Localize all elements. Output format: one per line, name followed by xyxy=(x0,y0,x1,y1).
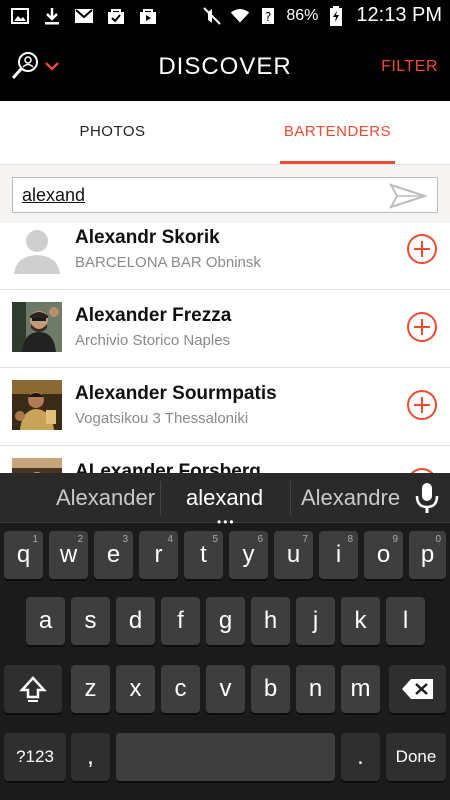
key-h[interactable]: h xyxy=(251,597,290,645)
shift-key[interactable] xyxy=(4,665,62,713)
mute-icon xyxy=(202,6,222,26)
divider xyxy=(290,481,291,515)
person-placeholder-icon xyxy=(14,230,60,274)
key-m[interactable]: m xyxy=(341,665,380,713)
search-input[interactable]: alexand xyxy=(12,177,438,213)
suggestion-left[interactable]: Alexander xyxy=(56,485,155,511)
bartender-name: Alexander Frezza xyxy=(75,305,232,326)
more-suggestions-icon[interactable]: ••• xyxy=(217,515,236,529)
gmail-icon xyxy=(74,6,94,26)
bartender-place: Archivio Storico Naples xyxy=(75,332,231,349)
send-icon[interactable] xyxy=(389,183,427,209)
status-bar: ? 86% 12:13 PM xyxy=(0,0,450,33)
suggestion-strip: Alexander alexand Alexandre ••• xyxy=(0,473,450,529)
bartender-name: Alexander Sourmpatis xyxy=(75,383,277,404)
avatar xyxy=(12,302,62,352)
key-x[interactable]: x xyxy=(116,665,155,713)
tab-photos[interactable]: PHOTOS xyxy=(0,101,225,164)
shift-icon xyxy=(19,676,47,702)
bartender-place: BARCELONA BAR Obninsk xyxy=(75,254,261,271)
add-circle-icon[interactable] xyxy=(406,389,438,421)
key-r[interactable]: 4r xyxy=(139,531,178,579)
key-w[interactable]: 2w xyxy=(49,531,88,579)
add-circle-icon[interactable] xyxy=(406,311,438,343)
app-header: DISCOVER FILTER xyxy=(0,33,450,101)
key-y[interactable]: 6y xyxy=(229,531,268,579)
avatar xyxy=(12,458,62,473)
symbols-key[interactable]: ?123 xyxy=(4,733,66,781)
key-f[interactable]: f xyxy=(161,597,200,645)
key-q[interactable]: 1q xyxy=(4,531,43,579)
tab-bartenders[interactable]: BARTENDERS xyxy=(225,101,450,164)
list-item[interactable]: ALexander Forsberg xyxy=(0,446,450,473)
search-input-value[interactable]: alexand xyxy=(22,185,85,206)
space-key[interactable] xyxy=(116,733,335,781)
divider xyxy=(160,481,161,515)
key-j[interactable]: j xyxy=(296,597,335,645)
backspace-key[interactable] xyxy=(389,665,446,713)
key-s[interactable]: s xyxy=(71,597,110,645)
svg-text:?: ? xyxy=(265,10,271,24)
key-v[interactable]: v xyxy=(206,665,245,713)
filter-button[interactable]: FILTER xyxy=(381,58,438,76)
key-n[interactable]: n xyxy=(296,665,335,713)
key-t[interactable]: 5t xyxy=(184,531,223,579)
key-z[interactable]: z xyxy=(71,665,110,713)
gallery-icon xyxy=(10,6,30,26)
key-e[interactable]: 3e xyxy=(94,531,133,579)
wifi-icon xyxy=(230,6,250,26)
done-key[interactable]: Done xyxy=(386,733,446,781)
list-item[interactable]: Alexander Sourmpatis Vogatsikou 3 Thessa… xyxy=(0,368,450,446)
key-o[interactable]: 9o xyxy=(364,531,403,579)
key-a[interactable]: a xyxy=(26,597,65,645)
bartender-place: Vogatsikou 3 Thessaloniki xyxy=(75,410,249,427)
avatar-placeholder xyxy=(12,224,62,274)
soft-keyboard: Alexander alexand Alexandre ••• 1q 2w 3e… xyxy=(0,473,450,800)
suggestion-right[interactable]: Alexandre xyxy=(301,485,400,511)
key-i[interactable]: 8i xyxy=(319,531,358,579)
backspace-icon xyxy=(401,679,433,699)
list-item[interactable]: Alexandr Skorik BARCELONA BAR Obninsk xyxy=(0,223,450,290)
list-item[interactable]: Alexander Frezza Archivio Storico Naples xyxy=(0,290,450,368)
download-icon xyxy=(42,6,62,26)
bartender-name: Alexandr Skorik xyxy=(75,227,220,248)
key-u[interactable]: 7u xyxy=(274,531,313,579)
avatar xyxy=(12,380,62,430)
microphone-icon[interactable] xyxy=(414,481,440,515)
battery-percent: 86% xyxy=(286,6,319,24)
bag-play-icon xyxy=(138,6,158,26)
bartender-list: Alexandr Skorik BARCELONA BAR Obninsk Al… xyxy=(0,223,450,473)
key-k[interactable]: k xyxy=(341,597,380,645)
suggestion-middle[interactable]: alexand xyxy=(186,485,263,511)
comma-key[interactable]: , xyxy=(71,733,110,781)
key-p[interactable]: 0p xyxy=(409,531,446,579)
bag-check-icon xyxy=(106,6,126,26)
key-b[interactable]: b xyxy=(251,665,290,713)
key-d[interactable]: d xyxy=(116,597,155,645)
key-c[interactable]: c xyxy=(161,665,200,713)
notification-icons xyxy=(10,6,158,26)
clock: 12:13 PM xyxy=(356,4,442,26)
add-circle-icon[interactable] xyxy=(406,233,438,265)
period-key[interactable]: . xyxy=(341,733,380,781)
battery-charging-icon xyxy=(326,5,346,26)
tab-bar: PHOTOS BARTENDERS xyxy=(0,101,450,164)
signal-icon: ? xyxy=(258,6,278,26)
bartender-name: ALexander Forsberg xyxy=(75,461,261,473)
key-l[interactable]: l xyxy=(386,597,425,645)
key-g[interactable]: g xyxy=(206,597,245,645)
search-row: alexand xyxy=(0,165,450,223)
